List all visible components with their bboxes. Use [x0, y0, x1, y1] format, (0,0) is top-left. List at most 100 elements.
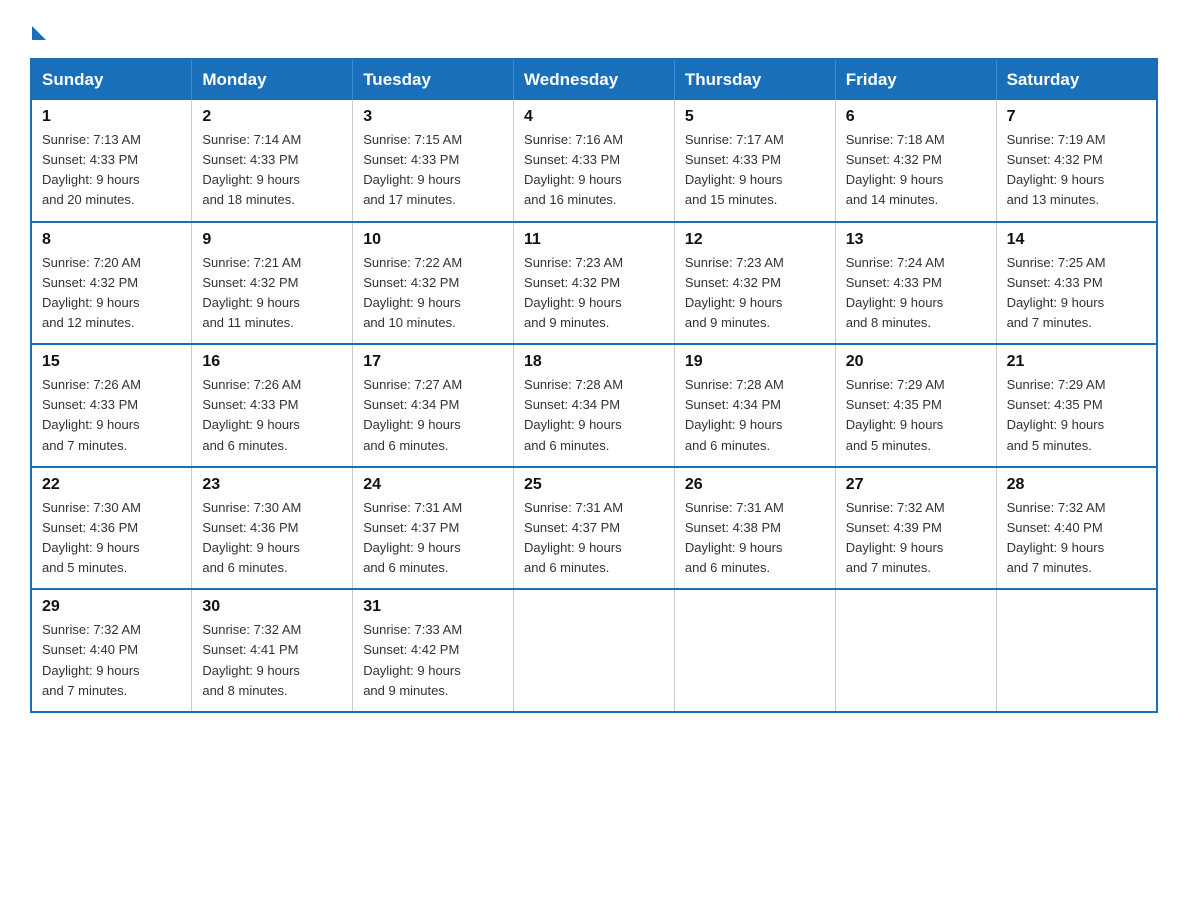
day-number: 21: [1007, 353, 1146, 371]
day-info: Sunrise: 7:30 AMSunset: 4:36 PMDaylight:…: [42, 498, 181, 579]
day-number: 1: [42, 108, 181, 126]
day-info: Sunrise: 7:32 AMSunset: 4:40 PMDaylight:…: [42, 620, 181, 701]
day-number: 18: [524, 353, 664, 371]
calendar-cell: 7 Sunrise: 7:19 AMSunset: 4:32 PMDayligh…: [996, 100, 1157, 222]
day-info: Sunrise: 7:23 AMSunset: 4:32 PMDaylight:…: [685, 253, 825, 334]
calendar-cell: 21 Sunrise: 7:29 AMSunset: 4:35 PMDaylig…: [996, 344, 1157, 467]
day-info: Sunrise: 7:30 AMSunset: 4:36 PMDaylight:…: [202, 498, 342, 579]
calendar-body: 1 Sunrise: 7:13 AMSunset: 4:33 PMDayligh…: [31, 100, 1157, 712]
calendar-table: SundayMondayTuesdayWednesdayThursdayFrid…: [30, 58, 1158, 713]
day-info: Sunrise: 7:24 AMSunset: 4:33 PMDaylight:…: [846, 253, 986, 334]
calendar-cell: 20 Sunrise: 7:29 AMSunset: 4:35 PMDaylig…: [835, 344, 996, 467]
calendar-cell: 10 Sunrise: 7:22 AMSunset: 4:32 PMDaylig…: [353, 222, 514, 345]
day-info: Sunrise: 7:32 AMSunset: 4:40 PMDaylight:…: [1007, 498, 1146, 579]
day-number: 29: [42, 598, 181, 616]
calendar-cell: 6 Sunrise: 7:18 AMSunset: 4:32 PMDayligh…: [835, 100, 996, 222]
calendar-cell: 18 Sunrise: 7:28 AMSunset: 4:34 PMDaylig…: [514, 344, 675, 467]
calendar-cell: 8 Sunrise: 7:20 AMSunset: 4:32 PMDayligh…: [31, 222, 192, 345]
day-number: 26: [685, 476, 825, 494]
calendar-cell: 1 Sunrise: 7:13 AMSunset: 4:33 PMDayligh…: [31, 100, 192, 222]
day-number: 17: [363, 353, 503, 371]
calendar-cell: 30 Sunrise: 7:32 AMSunset: 4:41 PMDaylig…: [192, 589, 353, 712]
day-info: Sunrise: 7:20 AMSunset: 4:32 PMDaylight:…: [42, 253, 181, 334]
day-info: Sunrise: 7:13 AMSunset: 4:33 PMDaylight:…: [42, 130, 181, 211]
weekday-header-monday: Monday: [192, 59, 353, 100]
day-info: Sunrise: 7:31 AMSunset: 4:37 PMDaylight:…: [524, 498, 664, 579]
week-row-2: 8 Sunrise: 7:20 AMSunset: 4:32 PMDayligh…: [31, 222, 1157, 345]
weekday-header-tuesday: Tuesday: [353, 59, 514, 100]
calendar-cell: 11 Sunrise: 7:23 AMSunset: 4:32 PMDaylig…: [514, 222, 675, 345]
day-number: 14: [1007, 231, 1146, 249]
day-info: Sunrise: 7:19 AMSunset: 4:32 PMDaylight:…: [1007, 130, 1146, 211]
day-number: 31: [363, 598, 503, 616]
day-info: Sunrise: 7:23 AMSunset: 4:32 PMDaylight:…: [524, 253, 664, 334]
day-number: 9: [202, 231, 342, 249]
calendar-cell: 23 Sunrise: 7:30 AMSunset: 4:36 PMDaylig…: [192, 467, 353, 590]
day-number: 16: [202, 353, 342, 371]
weekday-header-sunday: Sunday: [31, 59, 192, 100]
calendar-cell: 16 Sunrise: 7:26 AMSunset: 4:33 PMDaylig…: [192, 344, 353, 467]
calendar-cell: 28 Sunrise: 7:32 AMSunset: 4:40 PMDaylig…: [996, 467, 1157, 590]
day-number: 5: [685, 108, 825, 126]
calendar-cell: 4 Sunrise: 7:16 AMSunset: 4:33 PMDayligh…: [514, 100, 675, 222]
calendar-cell: [514, 589, 675, 712]
day-info: Sunrise: 7:31 AMSunset: 4:37 PMDaylight:…: [363, 498, 503, 579]
day-info: Sunrise: 7:26 AMSunset: 4:33 PMDaylight:…: [202, 375, 342, 456]
week-row-3: 15 Sunrise: 7:26 AMSunset: 4:33 PMDaylig…: [31, 344, 1157, 467]
day-number: 10: [363, 231, 503, 249]
calendar-cell: 24 Sunrise: 7:31 AMSunset: 4:37 PMDaylig…: [353, 467, 514, 590]
calendar-cell: 26 Sunrise: 7:31 AMSunset: 4:38 PMDaylig…: [674, 467, 835, 590]
day-info: Sunrise: 7:18 AMSunset: 4:32 PMDaylight:…: [846, 130, 986, 211]
calendar-cell: [996, 589, 1157, 712]
calendar-cell: 25 Sunrise: 7:31 AMSunset: 4:37 PMDaylig…: [514, 467, 675, 590]
day-info: Sunrise: 7:16 AMSunset: 4:33 PMDaylight:…: [524, 130, 664, 211]
day-number: 30: [202, 598, 342, 616]
day-info: Sunrise: 7:28 AMSunset: 4:34 PMDaylight:…: [685, 375, 825, 456]
weekday-header-thursday: Thursday: [674, 59, 835, 100]
logo-triangle-icon: [32, 26, 46, 40]
calendar-cell: 29 Sunrise: 7:32 AMSunset: 4:40 PMDaylig…: [31, 589, 192, 712]
calendar-cell: 13 Sunrise: 7:24 AMSunset: 4:33 PMDaylig…: [835, 222, 996, 345]
week-row-1: 1 Sunrise: 7:13 AMSunset: 4:33 PMDayligh…: [31, 100, 1157, 222]
calendar-cell: 31 Sunrise: 7:33 AMSunset: 4:42 PMDaylig…: [353, 589, 514, 712]
day-number: 11: [524, 231, 664, 249]
weekday-header-saturday: Saturday: [996, 59, 1157, 100]
day-info: Sunrise: 7:25 AMSunset: 4:33 PMDaylight:…: [1007, 253, 1146, 334]
day-number: 2: [202, 108, 342, 126]
calendar-cell: 2 Sunrise: 7:14 AMSunset: 4:33 PMDayligh…: [192, 100, 353, 222]
logo: [30, 20, 46, 40]
day-info: Sunrise: 7:29 AMSunset: 4:35 PMDaylight:…: [846, 375, 986, 456]
weekday-header-friday: Friday: [835, 59, 996, 100]
day-info: Sunrise: 7:32 AMSunset: 4:39 PMDaylight:…: [846, 498, 986, 579]
day-info: Sunrise: 7:15 AMSunset: 4:33 PMDaylight:…: [363, 130, 503, 211]
day-info: Sunrise: 7:14 AMSunset: 4:33 PMDaylight:…: [202, 130, 342, 211]
day-info: Sunrise: 7:26 AMSunset: 4:33 PMDaylight:…: [42, 375, 181, 456]
day-info: Sunrise: 7:33 AMSunset: 4:42 PMDaylight:…: [363, 620, 503, 701]
day-info: Sunrise: 7:21 AMSunset: 4:32 PMDaylight:…: [202, 253, 342, 334]
calendar-cell: 19 Sunrise: 7:28 AMSunset: 4:34 PMDaylig…: [674, 344, 835, 467]
day-number: 7: [1007, 108, 1146, 126]
day-number: 8: [42, 231, 181, 249]
weekday-header-row: SundayMondayTuesdayWednesdayThursdayFrid…: [31, 59, 1157, 100]
calendar-cell: 3 Sunrise: 7:15 AMSunset: 4:33 PMDayligh…: [353, 100, 514, 222]
weekday-header-wednesday: Wednesday: [514, 59, 675, 100]
day-number: 15: [42, 353, 181, 371]
day-info: Sunrise: 7:32 AMSunset: 4:41 PMDaylight:…: [202, 620, 342, 701]
calendar-cell: 17 Sunrise: 7:27 AMSunset: 4:34 PMDaylig…: [353, 344, 514, 467]
day-number: 24: [363, 476, 503, 494]
day-number: 27: [846, 476, 986, 494]
day-info: Sunrise: 7:17 AMSunset: 4:33 PMDaylight:…: [685, 130, 825, 211]
calendar-cell: 15 Sunrise: 7:26 AMSunset: 4:33 PMDaylig…: [31, 344, 192, 467]
calendar-cell: 22 Sunrise: 7:30 AMSunset: 4:36 PMDaylig…: [31, 467, 192, 590]
day-number: 19: [685, 353, 825, 371]
day-number: 20: [846, 353, 986, 371]
week-row-5: 29 Sunrise: 7:32 AMSunset: 4:40 PMDaylig…: [31, 589, 1157, 712]
day-number: 13: [846, 231, 986, 249]
calendar-cell: 14 Sunrise: 7:25 AMSunset: 4:33 PMDaylig…: [996, 222, 1157, 345]
day-number: 22: [42, 476, 181, 494]
day-info: Sunrise: 7:31 AMSunset: 4:38 PMDaylight:…: [685, 498, 825, 579]
page-header: [30, 20, 1158, 40]
day-info: Sunrise: 7:22 AMSunset: 4:32 PMDaylight:…: [363, 253, 503, 334]
day-info: Sunrise: 7:28 AMSunset: 4:34 PMDaylight:…: [524, 375, 664, 456]
calendar-cell: 12 Sunrise: 7:23 AMSunset: 4:32 PMDaylig…: [674, 222, 835, 345]
